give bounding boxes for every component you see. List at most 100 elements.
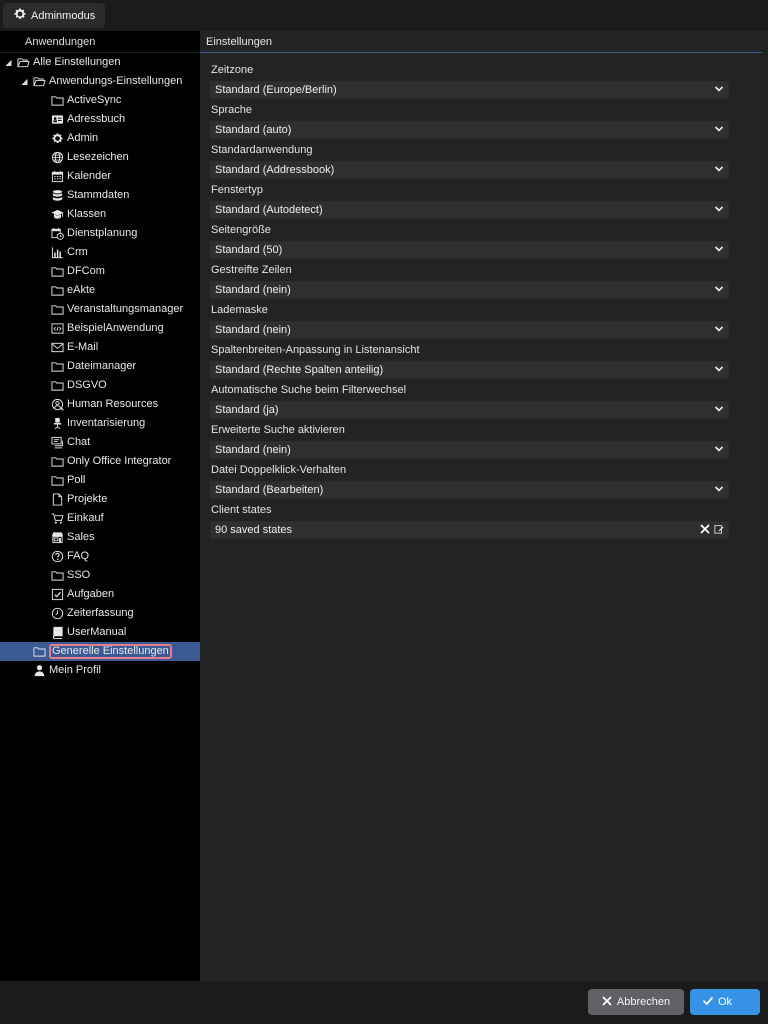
cancel-label: Abbrechen: [616, 996, 671, 1008]
tree-item-chat[interactable]: Chat: [0, 433, 200, 452]
expand-toggle-icon[interactable]: ◢: [20, 72, 29, 91]
automatische-suche-beim-filterwechsel-select[interactable]: Standard (ja): [210, 401, 729, 419]
expand-toggle-icon[interactable]: ◢: [4, 53, 13, 72]
tree-item-label: Einkauf: [67, 512, 104, 524]
tree-item-dfcom[interactable]: DFCom: [0, 262, 200, 281]
tree-item-alle-einstellungen[interactable]: ◢ Alle Einstellungen: [0, 53, 200, 72]
tree-item-dsgvo[interactable]: DSGVO: [0, 376, 200, 395]
lademaske-select[interactable]: Standard (nein): [210, 321, 729, 339]
code-window-icon: [50, 322, 64, 336]
document-icon: [50, 493, 64, 507]
store-icon: [50, 531, 64, 545]
tree-item-adressbuch[interactable]: Adressbuch: [0, 110, 200, 129]
seitengr-e-select[interactable]: Standard (50): [210, 241, 729, 259]
field-client-states: Client states 90 saved states: [210, 501, 729, 541]
standardanwendung-select[interactable]: Standard (Addressbook): [210, 161, 729, 179]
admin-mode-button[interactable]: Adminmodus: [3, 3, 106, 28]
tree-item-projekte[interactable]: Projekte: [0, 490, 200, 509]
field-label: Automatische Suche beim Filterwechsel: [211, 384, 407, 396]
field-label: Zeitzone: [211, 64, 254, 76]
tree-item-label: Crm: [67, 246, 88, 258]
tree-item-beispielanwendung[interactable]: BeispielAnwendung: [0, 319, 200, 338]
tree-item-einkauf[interactable]: Einkauf: [0, 509, 200, 528]
tree-item-generelle-einstellungen[interactable]: Generelle Einstellungen: [0, 642, 200, 661]
tree-item-inventarisierung[interactable]: Inventarisierung: [0, 414, 200, 433]
tree-item-veranstaltungsmanager[interactable]: Veranstaltungsmanager: [0, 300, 200, 319]
tree-item-stammdaten[interactable]: Stammdaten: [0, 186, 200, 205]
tree-item-label: Chat: [67, 436, 91, 448]
chevron-down-icon: [714, 204, 724, 217]
erweiterte-suche-aktivieren-select[interactable]: Standard (nein): [210, 441, 729, 459]
field-standardanwendung: Standardanwendung Standard (Addressbook): [210, 141, 729, 181]
chevron-down-icon: [714, 84, 724, 97]
tree-item-lesezeichen[interactable]: Lesezeichen: [0, 148, 200, 167]
tree-item-anwendungs-einstellungen[interactable]: ◢ Anwendungs-Einstellungen: [0, 72, 200, 91]
tree-item-activesync[interactable]: ActiveSync: [0, 91, 200, 110]
tree-item-label: Adressbuch: [67, 113, 126, 125]
fenstertyp-select[interactable]: Standard (Autodetect): [210, 201, 729, 219]
tree-item-dienstplanung[interactable]: Dienstplanung: [0, 224, 200, 243]
tree-item-human-resources[interactable]: Human Resources: [0, 395, 200, 414]
select-value: Standard (50): [215, 244, 283, 256]
top-bar: Adminmodus: [0, 0, 768, 31]
datei-doppelklick-verhalten-select[interactable]: Standard (Bearbeiten): [210, 481, 729, 499]
tree-item-zeiterfassung[interactable]: Zeiterfassung: [0, 604, 200, 623]
edit-icon[interactable]: [714, 524, 724, 537]
office-chair-icon: [50, 417, 64, 431]
tree-item-mein-profil[interactable]: Mein Profil: [0, 661, 200, 680]
tree-item-e-mail[interactable]: E-Mail: [0, 338, 200, 357]
spaltenbreiten-anpassung-in-listenansicht-select[interactable]: Standard (Rechte Spalten anteilig): [210, 361, 729, 379]
sprache-select[interactable]: Standard (auto): [210, 121, 729, 139]
close-icon: [602, 996, 612, 1009]
tree-item-aufgaben[interactable]: Aufgaben: [0, 585, 200, 604]
field-label: Seitengröße: [211, 224, 271, 236]
select-value: Standard (nein): [215, 324, 291, 336]
tree-item-poll[interactable]: Poll: [0, 471, 200, 490]
tree-item-eakte[interactable]: eAkte: [0, 281, 200, 300]
field-lademaske: Lademaske Standard (nein): [210, 301, 729, 341]
tree-item-label: Generelle Einstellungen: [49, 644, 172, 659]
tree-item-only-office-integrator[interactable]: Only Office Integrator: [0, 452, 200, 471]
admin-mode-label: Adminmodus: [31, 9, 96, 22]
tree-item-label: Anwendungs-Einstellungen: [49, 75, 183, 87]
tree-item-crm[interactable]: Crm: [0, 243, 200, 262]
tree-item-admin[interactable]: Admin: [0, 129, 200, 148]
field-automatische-suche-beim-filterwechsel: Automatische Suche beim Filterwechsel Sta…: [210, 381, 729, 421]
cancel-button[interactable]: Abbrechen: [588, 989, 684, 1015]
tree-item-label: Aufgaben: [67, 588, 115, 600]
gear-icon: [50, 132, 64, 146]
check-icon: [703, 996, 713, 1009]
tree-item-label: SSO: [67, 569, 91, 581]
select-value: Standard (ja): [215, 404, 279, 416]
tree-item-kalender[interactable]: Kalender: [0, 167, 200, 186]
tree-item-sso[interactable]: SSO: [0, 566, 200, 585]
tree-item-klassen[interactable]: Klassen: [0, 205, 200, 224]
tree-item-usermanual[interactable]: UserManual: [0, 623, 200, 642]
client-states-field[interactable]: 90 saved states: [210, 521, 729, 539]
field-label: Erweiterte Suche aktivieren: [211, 424, 345, 436]
chevron-down-icon: [714, 324, 724, 337]
gestreifte-zeilen-select[interactable]: Standard (nein): [210, 281, 729, 299]
tree-item-dateimanager[interactable]: Dateimanager: [0, 357, 200, 376]
tree-item-sales[interactable]: Sales: [0, 528, 200, 547]
select-value: Standard (auto): [215, 124, 292, 136]
folder-icon: [50, 474, 64, 488]
field-seitengr-e: Seitengröße Standard (50): [210, 221, 729, 261]
zeitzone-select[interactable]: Standard (Europe/Berlin): [210, 81, 729, 99]
field-sprache: Sprache Standard (auto): [210, 101, 729, 141]
clear-icon[interactable]: [700, 524, 710, 537]
ok-button[interactable]: Ok: [690, 989, 760, 1015]
tree-item-label: Poll: [67, 474, 86, 486]
tree-item-label: DSGVO: [67, 379, 107, 391]
tree-item-faq[interactable]: FAQ: [0, 547, 200, 566]
